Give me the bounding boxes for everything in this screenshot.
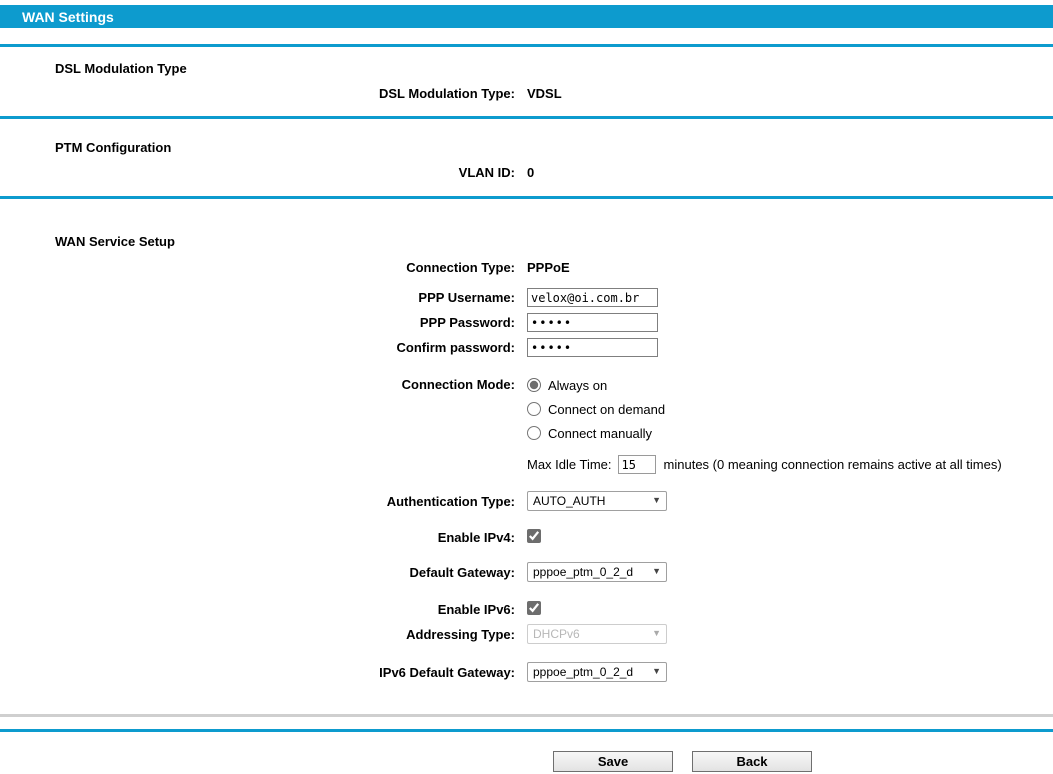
connection-mode-options: Always on Connect on demand Connect manu… (527, 377, 1002, 449)
back-button[interactable]: Back (692, 751, 812, 772)
authentication-type-row: Authentication Type: AUTO_AUTH ▼ (0, 491, 1053, 511)
addressing-type-row: Addressing Type: DHCPv6 ▼ (0, 624, 1053, 644)
dsl-modulation-value: VDSL (527, 86, 562, 101)
save-button[interactable]: Save (553, 751, 673, 772)
connection-mode-label: Connection Mode: (401, 377, 515, 392)
vlan-id-value: 0 (527, 165, 535, 180)
ppp-password-input[interactable] (527, 313, 658, 332)
ipv6-default-gateway-row: IPv6 Default Gateway: pppoe_ptm_0_2_d ▼ (0, 662, 1053, 682)
max-idle-time-row: Max Idle Time: minutes (0 meaning connec… (527, 455, 1002, 474)
ppp-username-input[interactable] (527, 288, 658, 307)
page-title: WAN Settings (22, 8, 114, 25)
vlan-id-label: VLAN ID: (458, 165, 515, 180)
section-divider (0, 116, 1053, 119)
addressing-type-label: Addressing Type: (406, 626, 515, 642)
button-gap (673, 751, 692, 772)
dsl-modulation-label: DSL Modulation Type: (378, 86, 515, 101)
max-idle-time-input[interactable] (617, 455, 656, 474)
section-divider (0, 44, 1053, 47)
connect-manually-label[interactable]: Connect manually (548, 426, 652, 441)
confirm-password-label: Confirm password: (396, 340, 515, 355)
page-header-bar: WAN Settings (0, 5, 1053, 28)
ptm-section-heading: PTM Configuration (55, 140, 172, 155)
enable-ipv4-row: Enable IPv4: (0, 529, 1053, 546)
always-on-label[interactable]: Always on (548, 378, 607, 393)
always-on-radio[interactable] (527, 378, 541, 392)
max-idle-time-hint: minutes (0 meaning connection remains ac… (663, 457, 1002, 472)
connect-on-demand-label[interactable]: Connect on demand (548, 402, 665, 417)
ipv6-default-gateway-label: IPv6 Default Gateway: (379, 664, 515, 680)
authentication-type-select[interactable]: AUTO_AUTH (527, 491, 667, 511)
ipv6-default-gateway-select[interactable]: pppoe_ptm_0_2_d (527, 662, 667, 682)
confirm-password-input[interactable] (527, 338, 658, 357)
max-idle-time-label: Max Idle Time: (527, 457, 612, 472)
enable-ipv6-label: Enable IPv6: (437, 602, 515, 617)
footer-divider-blue (0, 729, 1053, 732)
enable-ipv4-label: Enable IPv4: (437, 530, 515, 545)
connection-mode-option: Always on (527, 377, 1002, 393)
vlan-id-row: VLAN ID: 0 (0, 165, 1053, 180)
connect-on-demand-radio[interactable] (527, 402, 541, 416)
dsl-modulation-row: DSL Modulation Type: VDSL (0, 86, 1053, 101)
ppp-username-label: PPP Username: (418, 290, 515, 305)
connection-type-row: Connection Type: PPPoE (0, 260, 1053, 275)
section-divider (0, 196, 1053, 199)
connection-mode-row: Connection Mode: Always on Connect on de… (0, 377, 1053, 474)
enable-ipv6-checkbox[interactable] (527, 601, 541, 615)
connection-mode-option: Connect on demand (527, 401, 1002, 417)
enable-ipv4-checkbox[interactable] (527, 529, 541, 543)
connection-type-value: PPPoE (527, 260, 570, 275)
dsl-section-heading: DSL Modulation Type (55, 61, 187, 76)
connection-type-label: Connection Type: (406, 260, 515, 275)
default-gateway-select[interactable]: pppoe_ptm_0_2_d (527, 562, 667, 582)
footer-buttons: Save Back (0, 751, 1053, 772)
confirm-password-row: Confirm password: (0, 338, 1053, 357)
addressing-type-select[interactable]: DHCPv6 (527, 624, 667, 644)
connection-mode-option: Connect manually (527, 425, 1002, 441)
ppp-password-label: PPP Password: (419, 315, 515, 330)
footer-divider-gray (0, 714, 1053, 717)
connect-manually-radio[interactable] (527, 426, 541, 440)
ppp-username-row: PPP Username: (0, 288, 1053, 307)
wan-settings-page: WAN Settings DSL Modulation Type DSL Mod… (0, 0, 1053, 774)
enable-ipv6-row: Enable IPv6: (0, 601, 1053, 618)
authentication-type-label: Authentication Type: (386, 493, 515, 509)
default-gateway-row: Default Gateway: pppoe_ptm_0_2_d ▼ (0, 562, 1053, 582)
ppp-password-row: PPP Password: (0, 313, 1053, 332)
wan-section-heading: WAN Service Setup (55, 234, 175, 249)
default-gateway-label: Default Gateway: (409, 564, 515, 580)
